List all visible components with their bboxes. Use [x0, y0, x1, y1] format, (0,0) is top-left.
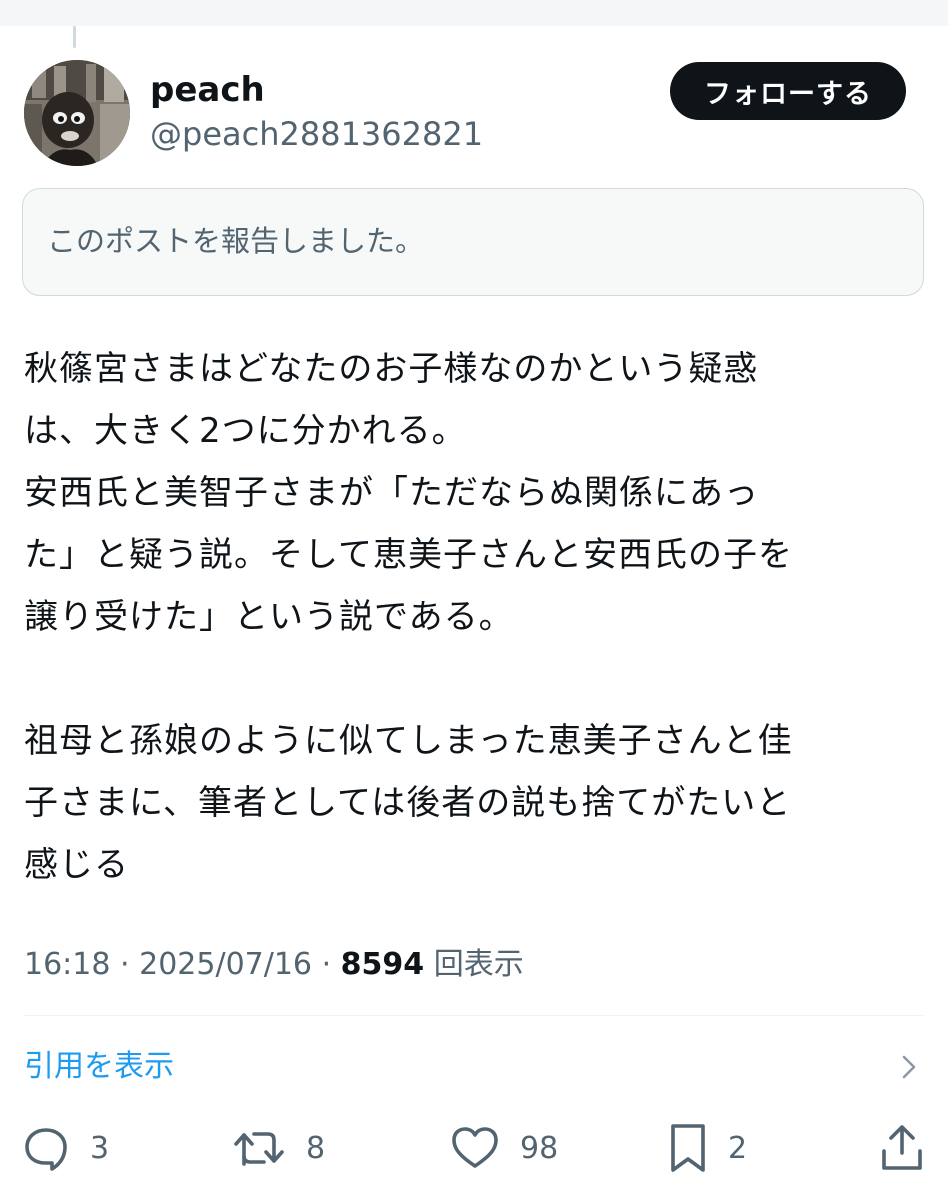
like-button[interactable]: 98: [450, 1118, 558, 1178]
action-bar: 3 8 98 2: [0, 1118, 948, 1178]
divider: [24, 1015, 924, 1016]
follow-button[interactable]: フォローする: [670, 62, 906, 120]
report-notice-text: このポストを報告しました。: [47, 224, 425, 258]
post-text-line: 祖母と孫娘のように似てしまった恵美子さんと佳: [24, 721, 793, 761]
meta-separator: ·: [321, 947, 332, 982]
share-icon: [882, 1125, 922, 1170]
post-text-line: た」と疑う説。そして恵美子さんと安西氏の子を: [24, 535, 793, 575]
post-text-blank-line: [24, 648, 924, 710]
share-button[interactable]: [878, 1118, 926, 1178]
bookmark-icon: [671, 1124, 705, 1172]
post-time[interactable]: 16:18: [24, 947, 110, 982]
repost-count: 8: [306, 1130, 326, 1166]
bookmark-button[interactable]: 2: [668, 1118, 747, 1178]
repost-icon: [234, 1132, 284, 1166]
bookmark-count: 2: [728, 1130, 748, 1166]
like-count: 98: [520, 1130, 559, 1166]
views-label: 回表示: [433, 947, 524, 982]
post-text-line: 感じる: [24, 845, 129, 885]
post-text-line: 譲り受けた」という説である。: [24, 597, 514, 637]
avatar[interactable]: [24, 60, 130, 166]
author-display-name[interactable]: peach: [150, 68, 265, 112]
thread-line: [73, 26, 76, 48]
post-text-line: は、大きく2つに分かれる。: [24, 411, 467, 451]
reply-count: 3: [90, 1130, 110, 1166]
view-quotes-link[interactable]: 引用を表示: [24, 1042, 924, 1092]
reply-button[interactable]: 3: [22, 1118, 109, 1178]
top-strip: [0, 0, 948, 26]
post-date[interactable]: 2025/07/16: [139, 947, 312, 982]
post-text-line: 安西氏と美智子さまが「ただならぬ関係にあっ: [24, 473, 759, 513]
post-text-line: 子さまに、筆者としては後者の説も捨てがたいと: [24, 783, 792, 823]
post-text: 秋篠宮さまはどなたのお子様なのかという疑惑 は、大きく2つに分かれる。 安西氏と…: [24, 338, 924, 896]
like-icon: [452, 1127, 498, 1168]
chevron-right-icon: [902, 1055, 916, 1079]
author-handle[interactable]: @peach2881362821: [150, 112, 483, 156]
meta-separator: ·: [120, 947, 130, 982]
report-notice: このポストを報告しました。: [22, 188, 924, 296]
post-meta: 16:18 · 2025/07/16 · 8594 回表示: [24, 942, 524, 988]
views-count: 8594: [340, 947, 425, 982]
avatar-image: [24, 60, 130, 166]
repost-button[interactable]: 8: [232, 1118, 325, 1178]
post-text-line: 秋篠宮さまはどなたのお子様なのかという疑惑: [24, 349, 759, 389]
view-quotes-label: 引用を表示: [24, 1049, 174, 1084]
reply-icon: [25, 1128, 67, 1171]
